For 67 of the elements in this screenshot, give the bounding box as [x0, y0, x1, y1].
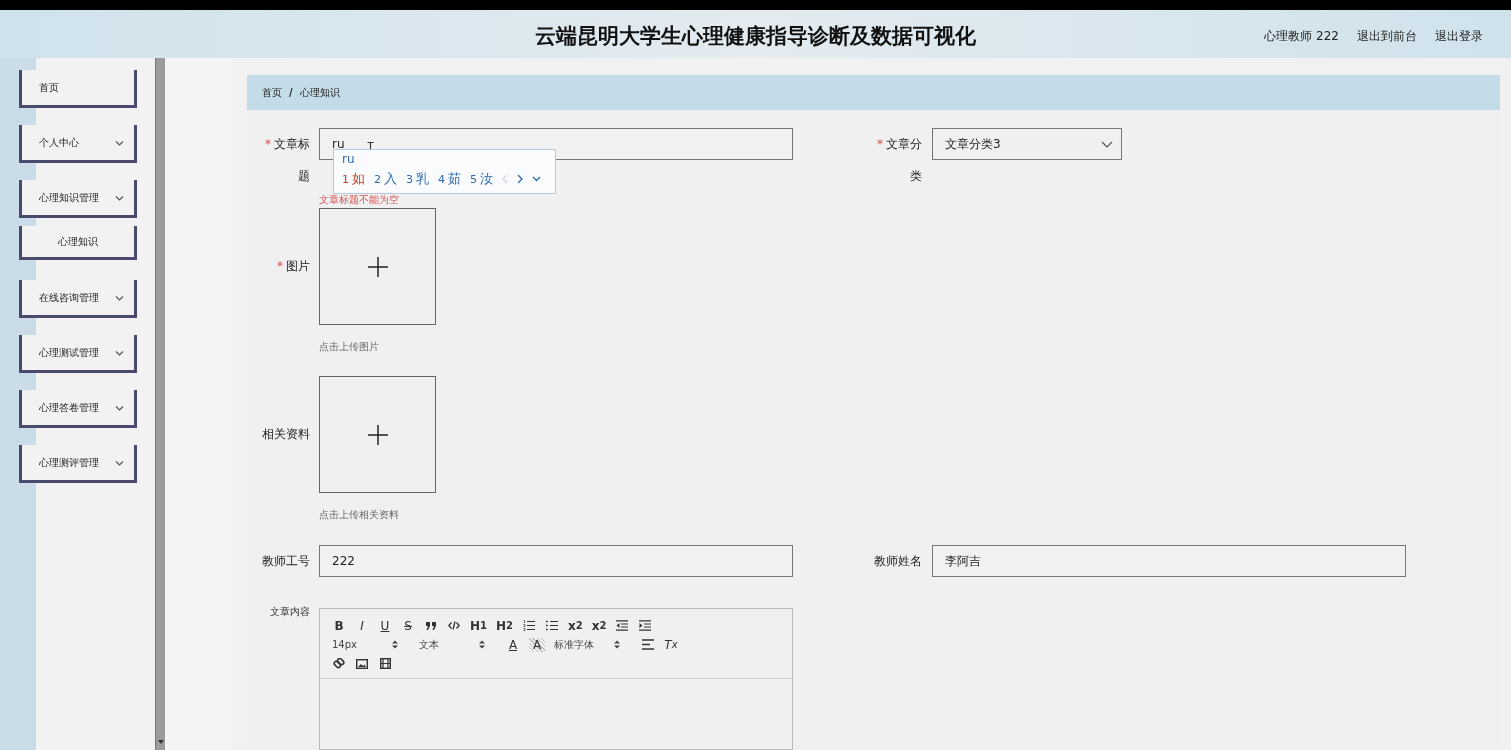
code-icon[interactable]: [448, 621, 460, 630]
toolbar-picker[interactable]: 文本: [419, 637, 485, 652]
format-button[interactable]: I: [355, 618, 369, 633]
required-mark: *: [877, 137, 883, 151]
category-select[interactable]: 文章分类3: [932, 128, 1122, 160]
chevron-down-icon: [532, 176, 541, 182]
link-icon[interactable]: [333, 657, 345, 670]
film-icon[interactable]: [379, 658, 391, 669]
indent-icon[interactable]: [639, 620, 652, 631]
toolbar-picker[interactable]: 14px: [332, 639, 398, 650]
sidebar-item[interactable]: 首页: [19, 70, 137, 108]
ime-candidate[interactable]: 4 茹: [438, 170, 461, 188]
chevron-left-icon: [502, 174, 508, 184]
format-button[interactable]: B: [332, 618, 346, 633]
format-button[interactable]: U: [378, 618, 392, 633]
header-link[interactable]: 退出登录: [1435, 27, 1483, 45]
breadcrumb-link[interactable]: 心理知识: [299, 85, 340, 100]
plus-icon: [367, 256, 388, 277]
header-link[interactable]: 退出到前台: [1357, 27, 1417, 45]
upload-hint: 点击上传图片: [319, 340, 380, 354]
sidebar-item[interactable]: 心理测试管理: [19, 335, 137, 373]
format-button[interactable]: A: [529, 637, 545, 652]
field-label: 文章标题: [274, 137, 310, 183]
sidebar-item[interactable]: 个人中心: [19, 125, 137, 163]
field-label: 教师姓名: [874, 554, 922, 568]
updown-icon: [614, 640, 620, 649]
ime-candidate[interactable]: 1 如: [342, 170, 365, 188]
file-upload-box[interactable]: [319, 376, 436, 493]
ime-candidate[interactable]: 5 汝: [470, 170, 493, 188]
breadcrumb-link[interactable]: 首页: [262, 85, 282, 100]
upload-hint: 点击上传相关资料: [319, 508, 400, 522]
field-label: 图片: [286, 259, 310, 273]
sidebar-subitem[interactable]: 心理知识: [19, 226, 137, 260]
updown-icon: [392, 640, 398, 649]
field-label: 文章分类: [886, 137, 922, 183]
toolbar-picker[interactable]: 标准字体: [554, 637, 620, 652]
image-upload-box[interactable]: [319, 208, 436, 325]
ime-candidate[interactable]: 3 乳: [406, 170, 429, 188]
outdent-icon[interactable]: [616, 620, 629, 631]
format-button[interactable]: S: [401, 618, 415, 633]
sidebar-item[interactable]: 心理知识管理: [19, 180, 137, 218]
breadcrumb-separator: /: [289, 87, 293, 98]
chevron-right-icon: [517, 174, 523, 184]
plus-icon: [367, 424, 388, 445]
updown-icon: [479, 640, 485, 649]
sidebar-item[interactable]: 心理答卷管理: [19, 390, 137, 428]
image-icon[interactable]: [356, 658, 368, 669]
user-name: 心理教师 222: [1264, 27, 1339, 45]
quote-icon[interactable]: [425, 620, 437, 631]
bullet-list-icon[interactable]: [546, 620, 559, 631]
chevron-down-icon: [1101, 140, 1113, 148]
field-label: 相关资料: [262, 427, 310, 441]
teacher-id-input[interactable]: 222: [319, 545, 793, 577]
site-title: 云端昆明大学生心理健康指导诊断及数据可视化: [535, 23, 976, 50]
scrollbar[interactable]: [155, 58, 165, 750]
ime-candidate[interactable]: 2 入: [374, 170, 397, 188]
numbered-list-icon[interactable]: [523, 620, 536, 631]
field-label: 文章内容: [270, 606, 310, 617]
format-button[interactable]: A: [506, 637, 520, 652]
teacher-name-input[interactable]: 李阿吉: [932, 545, 1406, 577]
sidebar-item[interactable]: 在线咨询管理: [19, 280, 137, 318]
sidebar-item[interactable]: 心理测评管理: [19, 445, 137, 483]
field-label: 教师工号: [262, 554, 310, 568]
required-mark: *: [277, 259, 283, 273]
error-message: 文章标题不能为空: [319, 193, 400, 207]
align-left-icon[interactable]: [642, 639, 654, 650]
required-mark: *: [265, 137, 271, 151]
